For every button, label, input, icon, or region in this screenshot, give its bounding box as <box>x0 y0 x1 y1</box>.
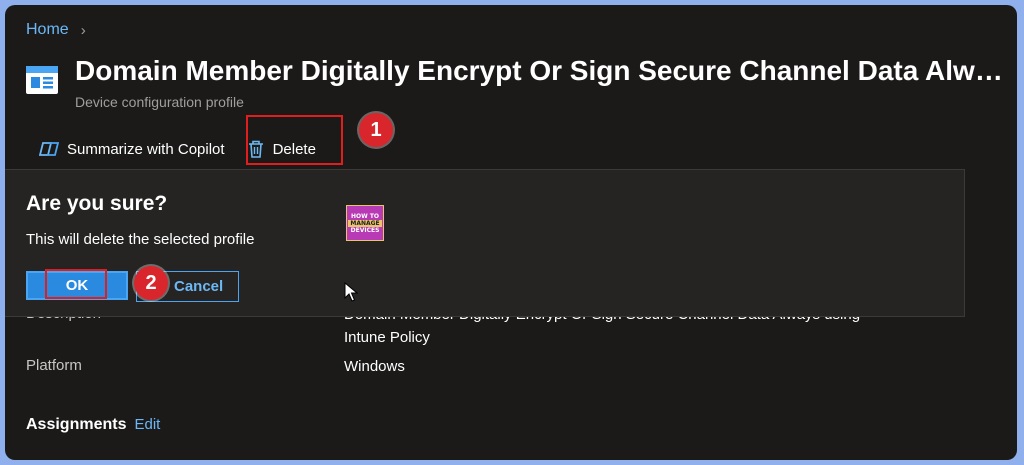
dialog-message: This will delete the selected profile <box>26 231 255 248</box>
app-frame: Home › Domain Member Digitally Encrypt O… <box>5 5 1017 460</box>
step-badge-2: 2 <box>134 266 168 300</box>
logo-line-1: HOW TO <box>350 212 380 220</box>
breadcrumb: Home › <box>26 21 86 39</box>
assignments-edit-link[interactable]: Edit <box>134 416 160 433</box>
summarize-copilot-label: Summarize with Copilot <box>67 140 225 158</box>
dialog-title: Are you sure? <box>26 192 168 215</box>
summarize-copilot-button[interactable]: Summarize with Copilot <box>33 129 231 169</box>
mouse-cursor-icon <box>344 282 358 302</box>
device-profile-icon <box>26 66 58 94</box>
copilot-icon <box>39 142 59 156</box>
assignments-label: Assignments <box>26 416 127 433</box>
platform-label: Platform <box>26 357 82 374</box>
logo-line-3: DEVICES <box>350 226 380 234</box>
assignments-section: Assignments Edit <box>26 416 160 434</box>
platform-value: Windows <box>344 358 405 375</box>
delete-highlight-box <box>246 115 343 165</box>
ok-button[interactable]: OK <box>26 271 128 300</box>
page-subtitle: Device configuration profile <box>75 94 244 110</box>
description-value-line2: Intune Policy <box>344 329 430 346</box>
cancel-label: Cancel <box>174 278 224 295</box>
step-badge-1: 1 <box>359 113 393 147</box>
page-title: Domain Member Digitally Encrypt Or Sign … <box>75 55 1010 86</box>
logo-line-2: MANAGE <box>348 219 382 227</box>
how-to-manage-devices-logo: HOW TO MANAGE DEVICES <box>346 205 384 241</box>
ok-label: OK <box>65 277 89 294</box>
breadcrumb-home-link[interactable]: Home <box>26 21 69 39</box>
chevron-right-icon: › <box>80 21 86 39</box>
